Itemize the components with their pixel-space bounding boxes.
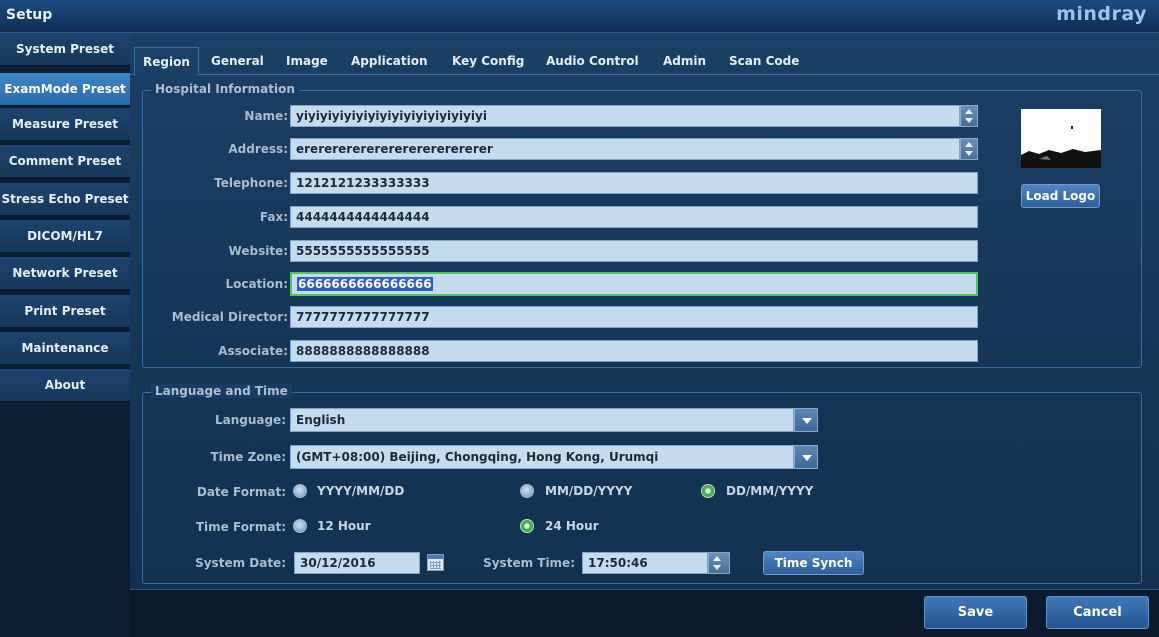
date-format-dd-mm-yyyy-label: DD/MM/YYYY [726,484,814,498]
tab-key-config[interactable]: Key Config [444,47,532,75]
tab-general[interactable]: General [203,47,272,75]
medical-director-label: Medical Director: [171,310,288,324]
tab-admin[interactable]: Admin [655,47,714,75]
time-format-12-hour-radio[interactable] [293,519,307,533]
associate-field[interactable]: 8888888888888888 [290,340,978,362]
fax-label: Fax: [259,210,288,224]
location-label: Location: [225,277,288,291]
date-format-yyyy-mm-dd-radio[interactable] [293,484,307,498]
sidebar: System Preset ExamMode Preset Measure Pr… [0,33,130,637]
tab-bar: Region General Image Application Key Con… [130,47,1159,76]
time-format-12-hour-label: 12 Hour [317,519,371,533]
address-field[interactable]: erererererererererererererer [290,138,960,160]
sidebar-item-network-preset[interactable]: Network Preset [0,257,130,291]
time-format-24-hour-radio[interactable] [520,519,534,533]
telephone-field[interactable]: 1212121233333333 [290,172,978,194]
time-zone-select[interactable]: (GMT+08:00) Beijing, Chongqing, Hong Kon… [290,445,794,469]
save-button[interactable]: Save [924,596,1027,629]
sidebar-item-exammode-preset[interactable]: ExamMode Preset [0,73,130,107]
address-spinner[interactable] [960,138,978,160]
name-spinner[interactable] [960,105,978,127]
sidebar-item-about[interactable]: About [0,369,130,403]
language-dropdown-icon[interactable] [794,408,818,432]
calendar-icon[interactable] [427,554,444,571]
logo-preview-graphic [1021,109,1101,168]
website-label: Website: [228,244,288,258]
system-date-label: System Date: [195,556,286,570]
name-label: Name: [244,109,288,123]
language-label: Language: [214,413,286,427]
telephone-label: Telephone: [214,176,288,190]
date-format-mm-dd-yyyy-radio[interactable] [520,484,534,498]
load-logo-button[interactable]: Load Logo [1021,184,1100,208]
window-title: Setup [6,7,53,23]
date-format-dd-mm-yyyy-radio[interactable] [701,484,715,498]
time-zone-label: Time Zone: [210,450,286,464]
sidebar-item-measure-preset[interactable]: Measure Preset [0,108,130,142]
tab-region[interactable]: Region [134,47,199,76]
time-synch-button[interactable]: Time Synch [763,551,864,575]
system-time-spinner[interactable] [708,552,730,574]
tab-application[interactable]: Application [343,47,436,75]
medical-director-field[interactable]: 7777777777777777 [290,306,978,328]
system-time-label: System Time: [483,556,575,570]
time-format-24-hour-label: 24 Hour [545,519,599,533]
language-select[interactable]: English [290,408,794,432]
sidebar-item-dicom-hl7[interactable]: DICOM/HL7 [0,220,130,254]
sidebar-item-comment-preset[interactable]: Comment Preset [0,145,130,179]
hospital-information-title: Hospital Information [151,82,299,96]
tab-scan-code[interactable]: Scan Code [721,47,807,75]
date-format-yyyy-mm-dd-label: YYYY/MM/DD [317,484,405,498]
brand-logo: mindray [1056,3,1147,25]
tab-audio-control[interactable]: Audio Control [538,47,647,75]
sidebar-item-stress-echo-preset[interactable]: Stress Echo Preset [0,183,130,217]
date-format-mm-dd-yyyy-label: MM/DD/YYYY [545,484,633,498]
sidebar-item-system-preset[interactable]: System Preset [0,33,130,67]
sidebar-item-print-preset[interactable]: Print Preset [0,295,130,329]
cancel-button[interactable]: Cancel [1046,596,1149,629]
website-field[interactable]: 5555555555555555 [290,240,978,262]
name-field[interactable]: yiyiyiyiyiyiyiyiyiyiyiyiyiyiyiyi [290,105,960,127]
sidebar-item-maintenance[interactable]: Maintenance [0,332,130,366]
address-label: Address: [228,142,288,156]
tab-image[interactable]: Image [278,47,336,75]
system-date-field[interactable]: 30/12/2016 [294,552,420,574]
time-zone-dropdown-icon[interactable] [794,445,818,469]
hospital-logo-image [1021,109,1101,168]
title-bar: Setup mindray [0,0,1159,33]
associate-label: Associate: [218,344,288,358]
language-time-title: Language and Time [151,384,292,398]
location-selected-text: 6666666666666666 [297,277,433,291]
time-format-label: Time Format: [195,520,286,534]
date-format-label: Date Format: [196,485,286,499]
system-time-field[interactable]: 17:50:46 [582,552,708,574]
fax-field[interactable]: 4444444444444444 [290,206,978,228]
location-field[interactable]: 6666666666666666 [290,272,978,296]
